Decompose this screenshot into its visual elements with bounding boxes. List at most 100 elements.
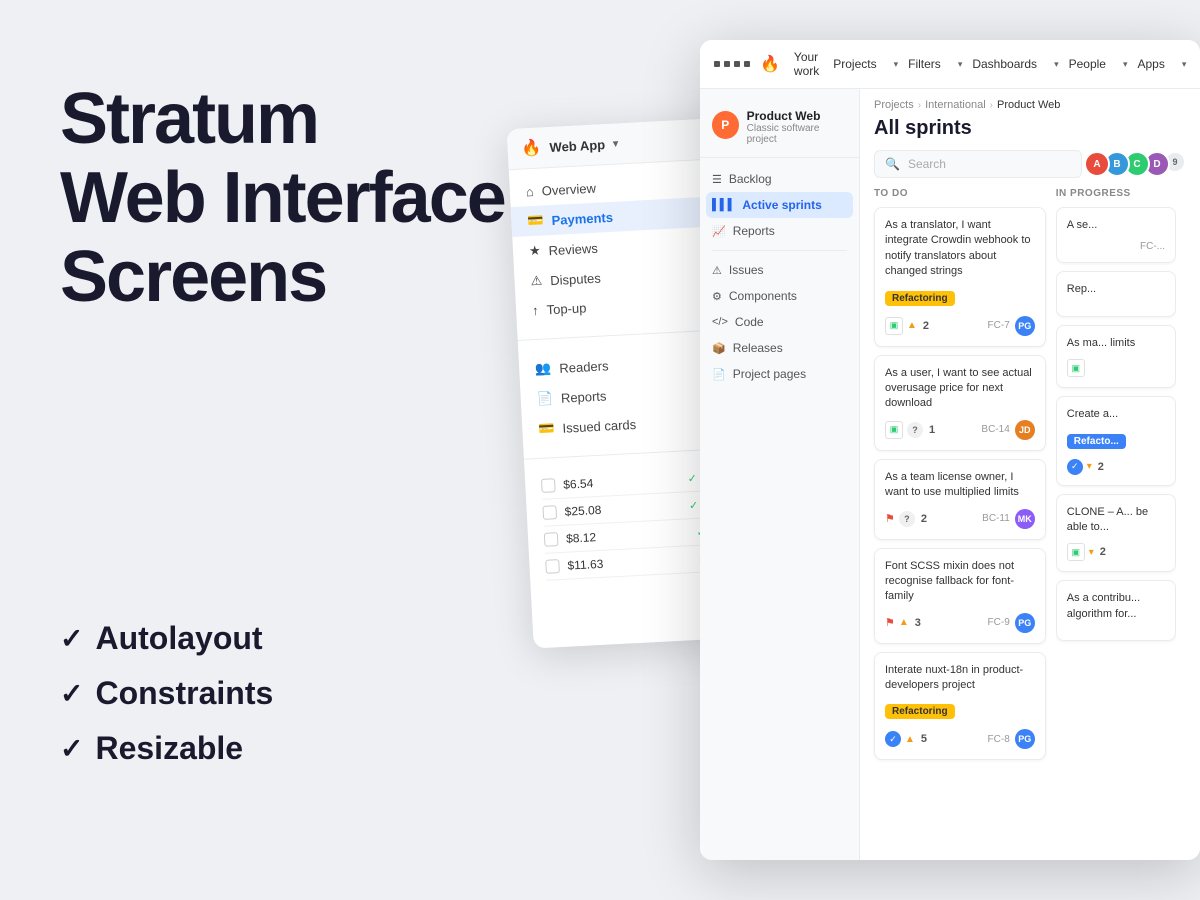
feature-constraints: ✓ Constraints xyxy=(60,675,273,712)
tag-refacto-blue: Refacto... xyxy=(1067,434,1126,449)
card-meta-ip-5: ▣ ▾ 2 xyxy=(1067,543,1165,561)
feature-resizable: ✓ Resizable xyxy=(60,730,273,767)
checkbox-icon-1: ▣ xyxy=(885,317,903,335)
card-icons-ip-5: ▣ ▾ 2 xyxy=(1067,543,1165,561)
check-icon-2: ✓ xyxy=(60,677,83,710)
check-icon-ip: ✓ xyxy=(1067,459,1083,475)
topup-icon: ↑ xyxy=(532,303,539,318)
feature-list: ✓ Autolayout ✓ Constraints ✓ Resizable xyxy=(60,620,273,785)
card-meta-5: ✓ ▲ 5 FC-8 PG xyxy=(885,729,1035,749)
card-meta-3: ⚑ ? 2 BC-11 MK xyxy=(885,509,1035,529)
checkbox-icon-ip: ▣ xyxy=(1067,359,1085,377)
card-avatar-2: JD xyxy=(1015,420,1035,440)
nav-apps-dropdown[interactable]: Apps ▾ xyxy=(1138,57,1187,71)
sidebar-divider xyxy=(712,250,847,251)
avatars-group: A B C D 9 xyxy=(1090,151,1186,177)
sidebar-item-code[interactable]: </> Code xyxy=(700,309,859,335)
nav-dashboards-dropdown[interactable]: Dashboards ▾ xyxy=(972,57,1058,71)
sprint-card-3[interactable]: As a team license owner, I want to use m… xyxy=(874,459,1046,540)
sprint-columns: TO DO As a translator, I want integrate … xyxy=(860,188,1200,798)
chevron-down-icon-ip: ▾ xyxy=(1087,461,1092,472)
sidebar-item-components[interactable]: ⚙ Components xyxy=(700,283,859,309)
pages-icon: 📄 xyxy=(712,368,726,381)
nav-your-work[interactable]: Your work xyxy=(794,50,819,78)
nav-logo xyxy=(714,61,750,67)
reviews-icon: ★ xyxy=(529,243,541,260)
card-meta-ip-1: FC-... xyxy=(1067,241,1165,252)
backlog-icon: ☰ xyxy=(712,173,722,186)
home-icon: ⌂ xyxy=(526,184,535,199)
project-icon: P xyxy=(712,111,739,139)
card-icons-ip-4: ✓ ▾ 2 xyxy=(1067,459,1165,475)
sprint-card-ip-6[interactable]: As a contribu... algorithm for... xyxy=(1056,580,1176,641)
card-meta-1: ▣ ▲ 2 FC-7 PG xyxy=(885,316,1035,336)
checkbox-3[interactable] xyxy=(544,532,559,547)
sprint-card-5[interactable]: Interate nuxt-18n in product-developers … xyxy=(874,652,1046,761)
card-icons-ip-3: ▣ xyxy=(1067,359,1165,377)
card-avatar-5: PG xyxy=(1015,729,1035,749)
sprint-card-ip-1[interactable]: A se... FC-... xyxy=(1056,207,1176,263)
flag-icon-1: ⚑ xyxy=(885,512,895,525)
checkbox-icon-ip2: ▣ xyxy=(1067,543,1085,561)
card-icons-4: ⚑ ▲ 3 xyxy=(885,616,983,629)
sprint-card-ip-2[interactable]: Rep... xyxy=(1056,271,1176,316)
question-icon-1: ? xyxy=(907,422,923,438)
disputes-icon: ⚠ xyxy=(530,273,542,290)
reports-icon: 📄 xyxy=(536,390,553,407)
card-avatar-4: PG xyxy=(1015,613,1035,633)
nav-filters-dropdown[interactable]: Filters ▾ xyxy=(908,57,962,71)
search-placeholder: Search xyxy=(908,157,946,171)
project-name: Product Web xyxy=(747,109,847,123)
apps-chevron-icon: ▾ xyxy=(1182,59,1187,70)
card-avatar-3: MK xyxy=(1015,509,1035,529)
sprint-card-ip-5[interactable]: CLONE – A... be able to... ▣ ▾ 2 xyxy=(1056,494,1176,573)
readers-icon: 👥 xyxy=(535,360,552,377)
sprint-card-1[interactable]: As a translator, I want integrate Crowdi… xyxy=(874,207,1046,347)
checkbox-4[interactable] xyxy=(545,559,560,574)
sidebar-item-project-pages[interactable]: 📄 Project pages xyxy=(700,361,859,387)
projects-chevron-icon: ▾ xyxy=(894,59,899,70)
sprint-panel: 🔥 Your work Projects ▾ Filters ▾ Dashboa… xyxy=(700,40,1200,860)
search-bar[interactable]: 🔍 Search xyxy=(874,150,1082,178)
question-icon-2: ? xyxy=(899,511,915,527)
nav-people-dropdown[interactable]: People ▾ xyxy=(1069,57,1128,71)
breadcrumb-arrow-2: › xyxy=(990,100,993,111)
page-title: All sprints xyxy=(860,115,1200,150)
nav-flame-icon: 🔥 xyxy=(760,54,780,74)
checkbox-1[interactable] xyxy=(541,478,556,493)
sidebar-item-active-sprints[interactable]: ▌▌▌ Active sprints xyxy=(706,192,853,218)
flame-icon: 🔥 xyxy=(521,137,542,158)
breadcrumb-arrow-1: › xyxy=(918,100,921,111)
sidebar-item-backlog[interactable]: ☰ Backlog xyxy=(700,166,859,192)
components-icon: ⚙ xyxy=(712,290,722,303)
web-app-title: Web App xyxy=(549,137,605,155)
tag-refactoring-2: Refactoring xyxy=(885,704,955,719)
sidebar-item-releases[interactable]: 📦 Releases xyxy=(700,335,859,361)
logo-dot-1 xyxy=(714,61,720,67)
sidebar-item-issues[interactable]: ⚠ Issues xyxy=(700,257,859,283)
breadcrumb: Projects › International › Product Web xyxy=(860,89,1200,115)
panel-body: P Product Web Classic software project ☰… xyxy=(700,89,1200,860)
sidebar-item-reports[interactable]: 📈 Reports xyxy=(700,218,859,244)
issued-cards-icon: 💳 xyxy=(538,420,555,437)
card-meta-4: ⚑ ▲ 3 FC-9 PG xyxy=(885,613,1035,633)
flag-icon-2: ⚑ xyxy=(885,616,895,629)
dashboards-chevron-icon: ▾ xyxy=(1054,59,1059,70)
nav-projects-dropdown[interactable]: Projects ▾ xyxy=(833,57,898,71)
issues-icon: ⚠ xyxy=(712,264,722,277)
feature-autolayout: ✓ Autolayout xyxy=(60,620,273,657)
chevron-down-icon: ▾ xyxy=(613,138,619,149)
checkbox-2[interactable] xyxy=(542,505,557,520)
priority-icon-3: ▲ xyxy=(905,734,915,745)
sprint-card-4[interactable]: Font SCSS mixin does not recognise fallb… xyxy=(874,548,1046,644)
todo-header: TO DO xyxy=(874,188,1046,199)
card-meta-ip-4: ✓ ▾ 2 xyxy=(1067,459,1165,475)
screenshots-container: 🔥 Web App ▾ ⌂ Overview 💳 Payments ★ Revi… xyxy=(520,40,1200,900)
sprint-card-ip-4[interactable]: Create a... Refacto... ✓ ▾ 2 xyxy=(1056,396,1176,485)
sprint-card-2[interactable]: As a user, I want to see actual overusag… xyxy=(874,355,1046,451)
logo-dot-4 xyxy=(744,61,750,67)
card-avatar-1: PG xyxy=(1015,316,1035,336)
chevron-down-icon-ip2: ▾ xyxy=(1089,547,1094,558)
sprint-card-ip-3[interactable]: As ma... limits ▣ xyxy=(1056,325,1176,388)
priority-icon-1: ▲ xyxy=(907,320,917,331)
